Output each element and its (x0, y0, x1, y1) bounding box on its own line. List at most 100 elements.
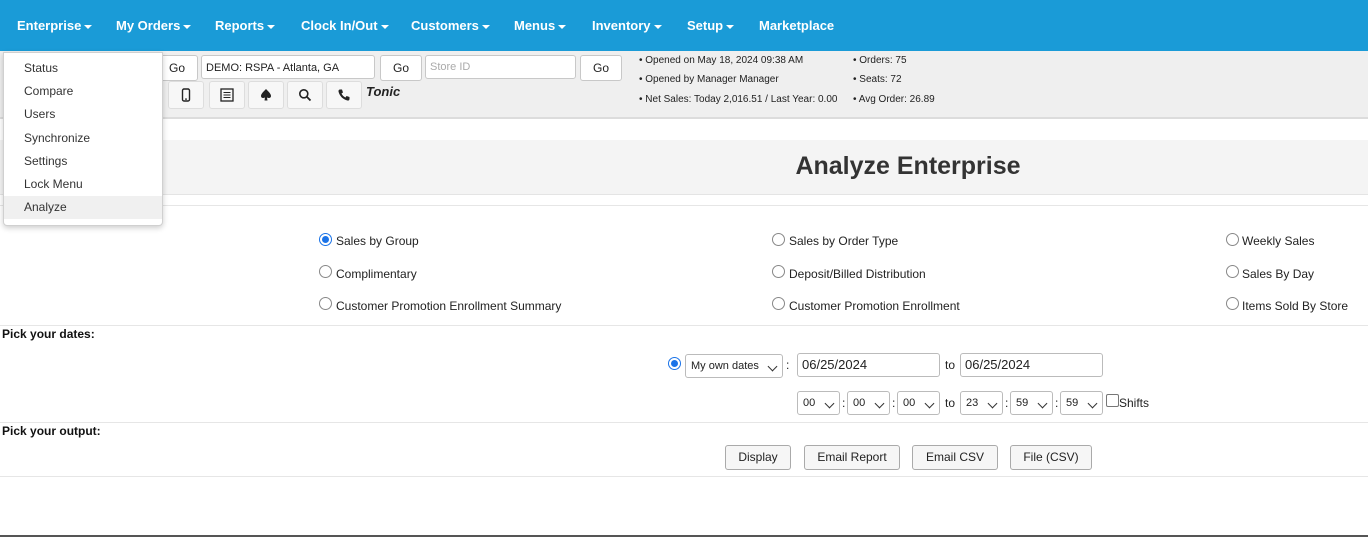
display-button[interactable]: Display (725, 445, 791, 470)
net-sales-info: • Net Sales: Today 2,016.51 / Last Year:… (639, 94, 838, 105)
menu-item-synchronize[interactable]: Synchronize (4, 127, 162, 150)
chevron-down-icon (874, 398, 885, 409)
go-button-2[interactable]: Go (380, 55, 422, 81)
list-icon-button[interactable] (209, 81, 245, 109)
label-sales-by-day: Sales By Day (1242, 267, 1315, 281)
date-range-select[interactable]: My own dates (685, 354, 783, 378)
colon: : (1055, 396, 1059, 410)
start-second-value: 00 (903, 397, 916, 409)
end-date-input[interactable]: 06/25/2024 (960, 353, 1103, 377)
store-name-field[interactable]: DEMO: RSPA - Atlanta, GA (201, 55, 375, 79)
nav-setup-label: Setup (687, 18, 724, 33)
caret-down-icon (84, 24, 93, 29)
store-id-input[interactable] (425, 55, 576, 79)
chevron-down-icon (987, 398, 998, 409)
divider (0, 476, 1368, 477)
caret-down-icon (183, 24, 192, 29)
email-report-button[interactable]: Email Report (804, 445, 900, 470)
menu-item-compare[interactable]: Compare (4, 80, 162, 103)
opened-by-info: • Opened by Manager Manager (639, 74, 779, 85)
label-promo-enrollment: Customer Promotion Enrollment (789, 299, 960, 313)
radio-items-sold-by-store[interactable] (1226, 297, 1239, 310)
end-second-select[interactable]: 59 (1060, 391, 1103, 415)
chevron-down-icon (767, 361, 778, 372)
menu-item-users[interactable]: Users (4, 103, 162, 126)
go-button-3[interactable]: Go (580, 55, 622, 81)
nav-marketplace-label: Marketplace (759, 18, 835, 33)
caret-down-icon (558, 24, 567, 29)
nav-my-orders[interactable]: My Orders (116, 0, 192, 51)
chevron-down-icon (824, 398, 835, 409)
mobile-icon-button[interactable] (168, 81, 204, 109)
brand-text: Tonic (366, 84, 401, 99)
start-hour-select[interactable]: 00 (797, 391, 840, 415)
nav-menus[interactable]: Menus (514, 0, 567, 51)
radio-promo-enrollment-summary[interactable] (319, 297, 332, 310)
label-promo-enrollment-summary: Customer Promotion Enrollment Summary (336, 299, 562, 313)
avg-order-info: • Avg Order: 26.89 (853, 94, 935, 105)
pick-output-label: Pick your output: (2, 424, 101, 438)
chevron-down-icon (1087, 398, 1098, 409)
pick-dates-label: Pick your dates: (2, 327, 95, 341)
file-csv-button[interactable]: File (CSV) (1010, 445, 1092, 470)
end-hour-value: 23 (966, 397, 979, 409)
nav-enterprise[interactable]: Enterprise (17, 0, 93, 51)
end-second-value: 59 (1066, 397, 1079, 409)
radio-complimentary[interactable] (319, 265, 332, 278)
nav-marketplace[interactable]: Marketplace (759, 0, 834, 51)
divider (0, 325, 1368, 326)
start-second-select[interactable]: 00 (897, 391, 940, 415)
start-minute-select[interactable]: 00 (847, 391, 890, 415)
nav-setup[interactable]: Setup (687, 0, 735, 51)
shifts-checkbox[interactable] (1106, 394, 1119, 407)
phone-icon-button[interactable] (326, 81, 362, 109)
nav-reports[interactable]: Reports (215, 0, 276, 51)
divider (0, 205, 1368, 206)
search-icon-button[interactable] (287, 81, 323, 109)
radio-sales-by-day[interactable] (1226, 265, 1239, 278)
list-icon (220, 88, 234, 102)
enterprise-dropdown-menu: Status Compare Users Synchronize Setting… (3, 52, 163, 226)
radio-deposit-billed[interactable] (772, 265, 785, 278)
phone-icon (338, 89, 350, 101)
nav-customers[interactable]: Customers (411, 0, 490, 51)
spade-icon-button[interactable] (248, 81, 284, 109)
search-icon (299, 89, 312, 102)
menu-item-analyze[interactable]: Analyze (4, 196, 162, 219)
menu-item-lock-menu[interactable]: Lock Menu (4, 173, 162, 196)
caret-down-icon (653, 24, 662, 29)
end-hour-select[interactable]: 23 (960, 391, 1003, 415)
caret-down-icon (380, 24, 389, 29)
start-minute-value: 00 (853, 397, 866, 409)
menu-item-settings[interactable]: Settings (4, 150, 162, 173)
nav-enterprise-label: Enterprise (17, 18, 82, 33)
nav-inventory[interactable]: Inventory (592, 0, 662, 51)
nav-customers-label: Customers (411, 18, 479, 33)
radio-promo-enrollment[interactable] (772, 297, 785, 310)
opened-on-info: • Opened on May 18, 2024 09:38 AM (639, 55, 804, 66)
nav-reports-label: Reports (215, 18, 265, 33)
radio-weekly-sales[interactable] (1226, 233, 1239, 246)
nav-clock-in-out[interactable]: Clock In/Out (301, 0, 389, 51)
start-hour-value: 00 (803, 397, 816, 409)
caret-down-icon (481, 24, 490, 29)
seats-info: • Seats: 72 (853, 74, 902, 85)
email-csv-button[interactable]: Email CSV (912, 445, 998, 470)
chevron-down-icon (1037, 398, 1048, 409)
radio-my-own-dates[interactable] (668, 357, 681, 370)
date-range-value: My own dates (691, 360, 759, 372)
nav-menus-label: Menus (514, 18, 556, 33)
start-date-input[interactable]: 06/25/2024 (797, 353, 940, 377)
end-minute-select[interactable]: 59 (1010, 391, 1053, 415)
radio-sales-by-group[interactable] (319, 233, 332, 246)
orders-info: • Orders: 75 (853, 55, 907, 66)
caret-down-icon (726, 24, 735, 29)
menu-item-status[interactable]: Status (4, 57, 162, 80)
colon: : (892, 396, 896, 410)
radio-sales-by-order-type[interactable] (772, 233, 785, 246)
colon: : (842, 396, 846, 410)
end-minute-value: 59 (1016, 397, 1029, 409)
label-items-sold-by-store: Items Sold By Store (1242, 299, 1349, 313)
store-toolbar: Go DEMO: RSPA - Atlanta, GA Go Go Tonic … (0, 51, 1368, 119)
title-bar: Analyze Enterprise (0, 140, 1368, 195)
